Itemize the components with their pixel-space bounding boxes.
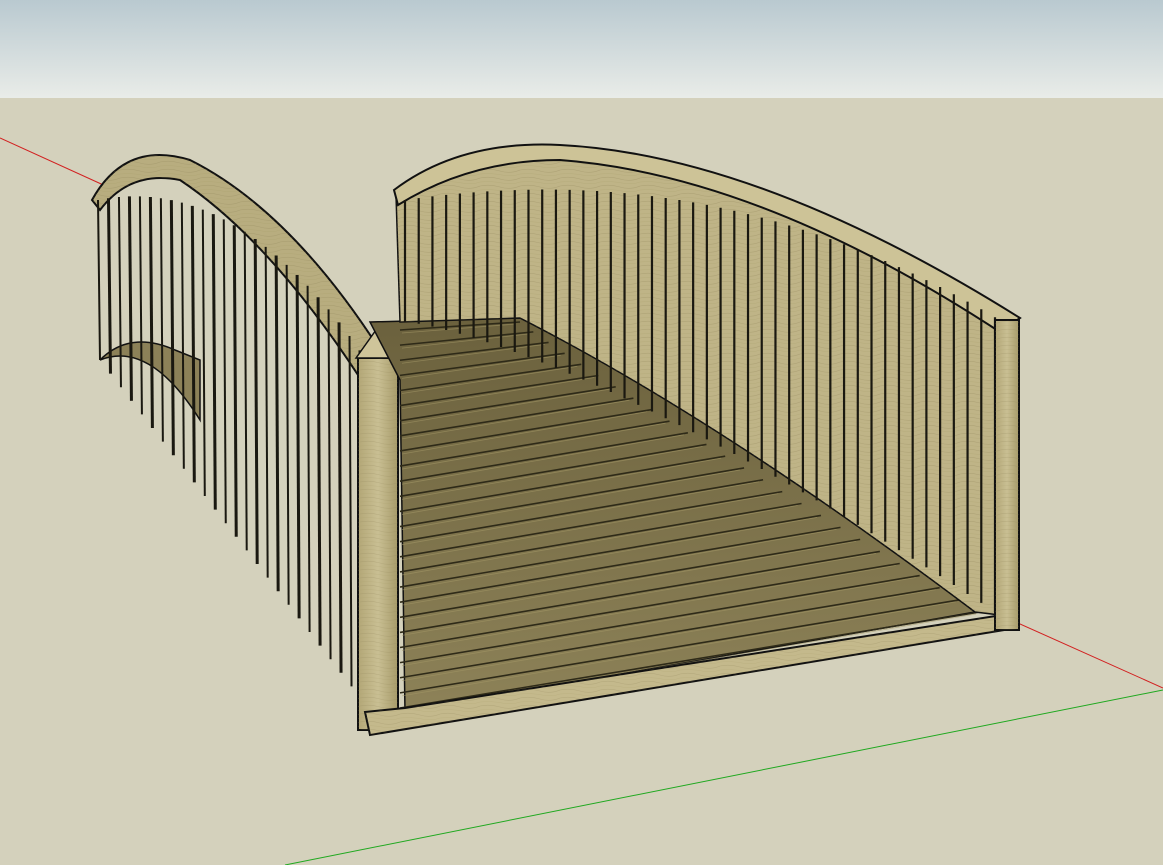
left-baluster — [211, 214, 217, 510]
left-baluster — [316, 297, 322, 646]
left-front-post-grain — [358, 358, 398, 730]
left-baluster — [169, 200, 175, 456]
right-front-post-grain — [995, 320, 1019, 630]
left-baluster — [106, 198, 112, 374]
left-baluster — [337, 322, 343, 673]
left-baluster — [232, 225, 238, 537]
left-baluster — [253, 238, 259, 565]
left-baluster — [295, 274, 301, 619]
sky — [0, 0, 1163, 98]
left-baluster — [190, 205, 196, 483]
scene-canvas[interactable] — [0, 0, 1163, 865]
left-baluster — [274, 255, 280, 592]
left-baluster — [127, 196, 133, 401]
viewport[interactable] — [0, 0, 1163, 865]
left-baluster — [148, 197, 154, 429]
